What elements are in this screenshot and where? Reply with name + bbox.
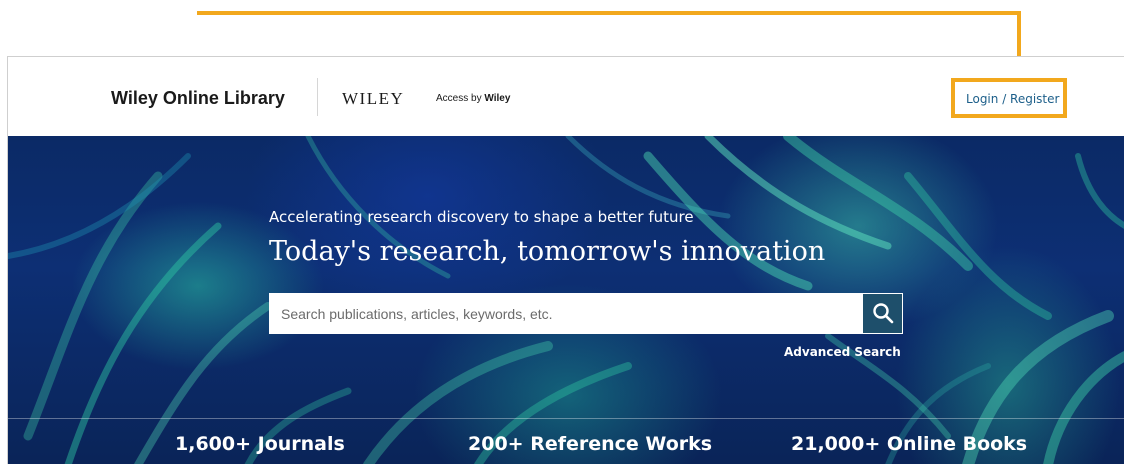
wiley-logo[interactable]: WILEY xyxy=(342,89,404,109)
search-button[interactable] xyxy=(862,293,903,334)
hero-subtitle: Accelerating research discovery to shape… xyxy=(269,208,694,226)
stat-reference-works[interactable]: 200+ Reference Works xyxy=(468,433,712,455)
stat-journals[interactable]: 1,600+ Journals xyxy=(175,433,345,455)
brand-name[interactable]: Wiley Online Library xyxy=(111,88,285,109)
stat-online-books[interactable]: 21,000+ Online Books xyxy=(791,433,1027,455)
search-icon xyxy=(873,303,894,324)
annotation-highlight-box xyxy=(951,78,1067,118)
header-divider xyxy=(317,78,318,116)
annotation-callout-line xyxy=(197,11,1021,15)
access-by-brand: Wiley xyxy=(484,93,511,104)
screenshot-stage: Wiley Online Library WILEY Access by Wil… xyxy=(0,0,1124,464)
hero-title: Today's research, tomorrow's innovation xyxy=(269,236,826,267)
advanced-search-link[interactable]: Advanced Search xyxy=(784,345,901,359)
search-input[interactable] xyxy=(269,293,862,334)
access-by-prefix: Access by xyxy=(436,93,482,104)
access-by-label: Access by Wiley xyxy=(436,93,510,104)
hero-banner: Accelerating research discovery to shape… xyxy=(8,136,1124,464)
stats-divider xyxy=(8,418,1124,419)
